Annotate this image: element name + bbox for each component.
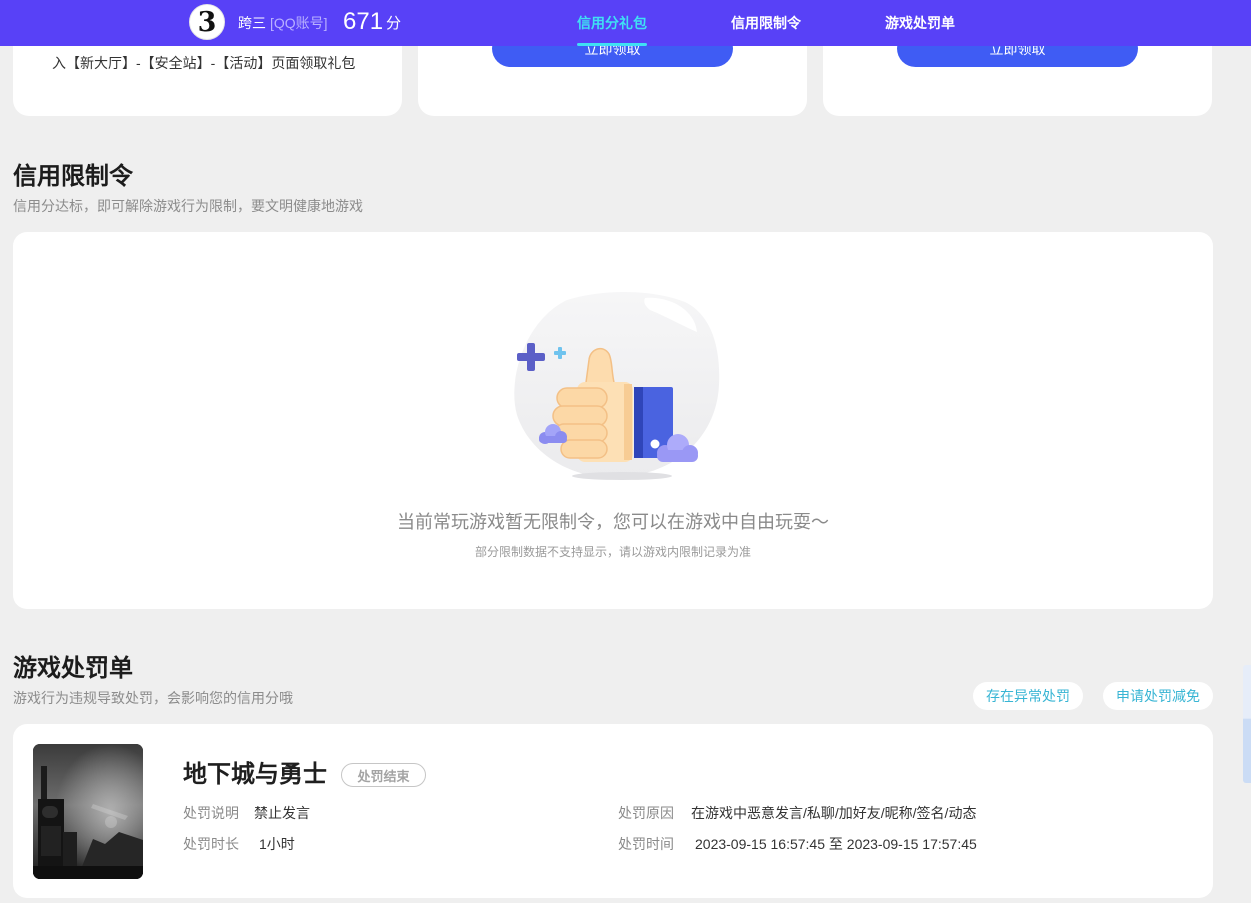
penalty-time-label: 处罚时间 — [618, 836, 674, 852]
section-subtitle-penalty: 游戏行为违规导致处罚，会影响您的信用分哦 — [13, 690, 293, 706]
section-title-restriction: 信用限制令 — [13, 163, 133, 190]
empty-state-message: 当前常玩游戏暂无限制令，您可以在游戏中自由玩耍～ — [397, 512, 829, 532]
penalty-duration-label: 处罚时长 — [183, 836, 239, 852]
section-title-penalty: 游戏处罚单 — [13, 655, 133, 682]
penalty-reason-label: 处罚原因 — [618, 805, 674, 821]
empty-state-note: 部分限制数据不支持显示，请以游戏内限制记录为准 — [474, 545, 751, 559]
nav-tab-restriction-order[interactable]: 信用限制令 — [731, 15, 801, 31]
status-badge: 处罚结束 — [341, 763, 426, 787]
nav-tab-penalty-list[interactable]: 游戏处罚单 — [885, 15, 955, 31]
penalty-record-card: 地下城与勇士 处罚结束 处罚说明 禁止发言 处罚时长 1小时 处罚原因 在游戏中… — [13, 724, 1213, 898]
penalty-duration-value: 1小时 — [259, 836, 295, 852]
apply-penalty-reduction-button[interactable]: 申请处罚减免 — [1103, 682, 1213, 710]
side-float-tab[interactable] — [1243, 665, 1251, 783]
penalty-desc-label: 处罚说明 — [183, 805, 239, 821]
active-tab-indicator — [577, 43, 647, 46]
gift-card-instruction: 入【新大厅】-【安全站】-【活动】页面领取礼包 — [52, 55, 356, 71]
avatar[interactable]: 3 — [189, 4, 225, 40]
penalty-time-value: 2023-09-15 16:57:45 至 2023-09-15 17:57:4… — [695, 836, 977, 852]
restriction-empty-card: 当前常玩游戏暂无限制令，您可以在游戏中自由玩耍～ 部分限制数据不支持显示，请以游… — [13, 232, 1213, 609]
penalty-reason-value: 在游戏中恶意发言/私聊/加好友/昵称/签名/动态 — [691, 805, 977, 821]
thumbs-up-icon — [514, 291, 720, 480]
game-cover-image — [33, 744, 143, 879]
username: 跨三 — [238, 15, 266, 31]
account-type: [QQ账号] — [270, 15, 328, 31]
section-subtitle-restriction: 信用分达标，即可解除游戏行为限制，要文明健康地游戏 — [13, 198, 363, 214]
credit-score: 671 — [343, 8, 384, 35]
top-navbar: 3 跨三 [QQ账号] 671 分 信用分礼包 信用限制令 游戏处罚单 — [0, 0, 1251, 46]
penalty-desc-value: 禁止发言 — [254, 805, 310, 821]
nav-tab-gift-package[interactable]: 信用分礼包 — [577, 15, 647, 31]
report-abnormal-penalty-button[interactable]: 存在异常处罚 — [973, 682, 1083, 710]
game-title: 地下城与勇士 — [183, 761, 327, 788]
credit-score-unit: 分 — [386, 15, 402, 32]
